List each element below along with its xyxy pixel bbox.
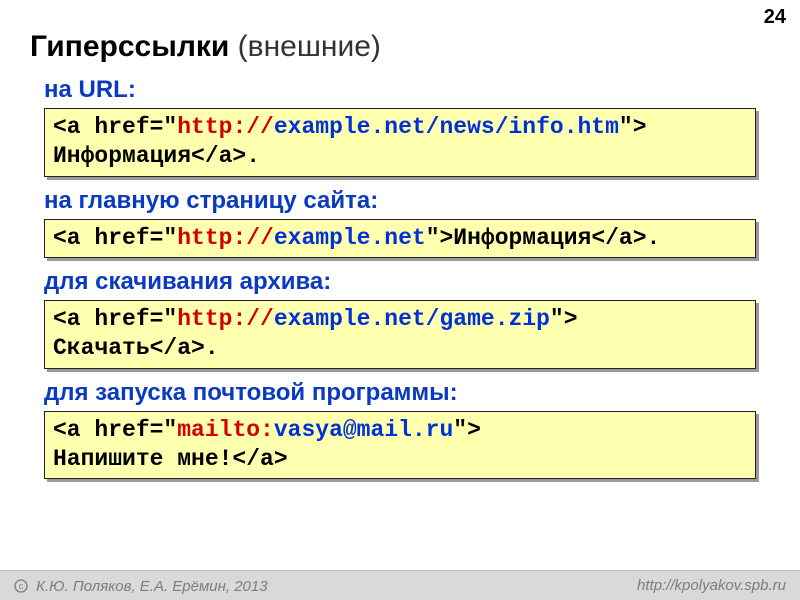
code-segment: Скачать</a>. <box>53 335 219 361</box>
svg-text:c: c <box>19 581 24 591</box>
slide-title-suffix: (внешние) <box>229 30 381 63</box>
code-segment: <a href=" <box>53 417 177 443</box>
code-segment: "> <box>453 417 481 443</box>
code-example: <a href="http://example.net/game.zip"> С… <box>44 300 756 369</box>
section-heading: для скачивания архива: <box>44 268 770 296</box>
code-segment: http:// <box>177 114 274 140</box>
code-segment: http:// <box>177 225 274 251</box>
code-segment: example.net/game.zip <box>274 306 550 332</box>
section-heading: для запуска почтовой программы: <box>44 379 770 407</box>
footer-copyright: c К.Ю. Поляков, Е.А. Ерёмин, 2013 <box>14 577 268 595</box>
slide-title-main: Гиперссылки <box>30 30 229 63</box>
copyright-icon: c <box>14 579 28 593</box>
code-segment: http:// <box>177 306 274 332</box>
code-segment: Напишите мне!</a> <box>53 446 288 472</box>
code-example: <a href="mailto:vasya@mail.ru"> Напишите… <box>44 411 756 480</box>
code-segment: "> <box>550 306 578 332</box>
slide-body: Гиперссылки (внешние) на URL:<a href="ht… <box>0 0 800 479</box>
code-segment: <a href=" <box>53 306 177 332</box>
code-segment: example.net <box>274 225 426 251</box>
code-segment: ">Информация</a>. <box>426 225 661 251</box>
code-segment: Информация</a>. <box>53 143 260 169</box>
footer-url: http://kpolyakov.spb.ru <box>637 577 786 594</box>
code-example: <a href="http://example.net">Информация<… <box>44 219 756 259</box>
code-segment: <a href=" <box>53 114 177 140</box>
code-segment: <a href=" <box>53 225 177 251</box>
slide-footer: c К.Ю. Поляков, Е.А. Ерёмин, 2013 http:/… <box>0 570 800 600</box>
code-segment: example.net/news/info.htm <box>274 114 619 140</box>
code-segment: "> <box>619 114 647 140</box>
code-segment: vasya@mail.ru <box>274 417 453 443</box>
slide-title: Гиперссылки (внешние) <box>30 30 770 64</box>
code-segment: mailto: <box>177 417 274 443</box>
code-example: <a href="http://example.net/news/info.ht… <box>44 108 756 177</box>
section-heading: на главную страницу сайта: <box>44 187 770 215</box>
section-heading: на URL: <box>44 76 770 104</box>
page-number: 24 <box>764 6 786 29</box>
footer-authors: К.Ю. Поляков, Е.А. Ерёмин, 2013 <box>36 578 267 595</box>
